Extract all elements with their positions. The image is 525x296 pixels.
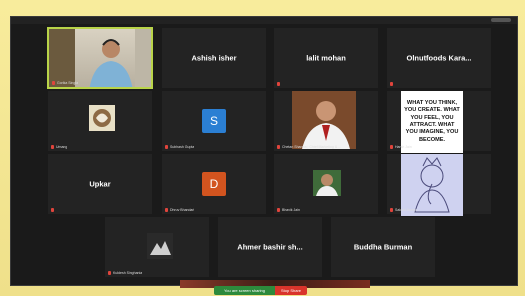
participant-caption: Umang — [51, 145, 67, 149]
participant-caption: Bhavik Jain — [277, 208, 300, 212]
participant-caption: Subhash Gupta — [165, 145, 194, 149]
participant-caption: Dhruv Bhandari — [165, 208, 194, 212]
muted-mic-icon — [390, 82, 393, 86]
muted-mic-icon — [277, 208, 280, 212]
muted-mic-icon — [390, 145, 393, 149]
participant-video — [49, 29, 151, 87]
participant-name: Ahmer bashir sh... — [237, 242, 303, 252]
muted-mic-icon — [277, 82, 280, 86]
participant-tile-lalit[interactable]: lalit mohan — [273, 27, 379, 89]
profile-photo — [313, 170, 341, 196]
participant-caption: Harsh Jain — [390, 145, 412, 149]
muted-mic-icon — [51, 208, 54, 212]
participant-tile-umang[interactable]: Umang — [47, 90, 153, 152]
gallery-view: Gorika Singla Ashish isher lalit mohan O… — [10, 16, 518, 286]
participant-caption: Kuldesh Singhania — [108, 271, 142, 275]
meeting-top-bar — [11, 17, 517, 24]
muted-mic-icon — [108, 271, 111, 275]
profile-photo-art — [292, 91, 356, 149]
letter-avatar: D — [202, 172, 226, 196]
participant-name: lalit mohan — [306, 53, 346, 63]
participant-name: Olnutfoods Kara... — [406, 53, 472, 63]
profile-photo — [147, 233, 173, 259]
participant-name: Upkar — [89, 179, 111, 189]
muted-mic-icon — [277, 145, 280, 149]
muted-mic-icon — [52, 81, 55, 85]
profile-photo-art — [313, 170, 341, 196]
letter-avatar: S — [202, 109, 226, 133]
participant-name: Buddha Burman — [353, 242, 413, 252]
profile-photo-art — [147, 233, 173, 259]
sharing-status: You are screen sharing — [214, 286, 275, 295]
participant-tile-ashish[interactable]: Ashish isher — [161, 27, 267, 89]
profile-photo — [292, 91, 356, 149]
participant-tile-dhruv[interactable]: D Dhruv Bhandari — [161, 153, 267, 215]
participant-caption: Sakshi Juneja — [390, 208, 417, 212]
participant-caption — [390, 82, 393, 86]
ganesha-drawing — [414, 157, 450, 213]
profile-photo-art — [89, 105, 115, 131]
participant-tile-buddha[interactable]: Buddha Burman — [330, 216, 436, 278]
participant-tile-olnutfoods[interactable]: Olnutfoods Kara... — [386, 27, 492, 89]
participant-tile-subhash[interactable]: S Subhash Gupta — [161, 90, 267, 152]
participant-tile-kuldesh[interactable]: Kuldesh Singhania — [104, 216, 210, 278]
speaker-figure — [49, 29, 151, 87]
stop-share-button[interactable]: Stop Share — [275, 286, 308, 295]
ganesha-image — [401, 154, 463, 216]
muted-mic-icon — [165, 208, 168, 212]
participant-tile-upkar[interactable]: Upkar — [47, 153, 153, 215]
participant-caption — [51, 208, 54, 212]
participant-tile-chetan[interactable]: Chetan Sharma | Chief Marketing & ... — [273, 90, 379, 152]
muted-mic-icon — [165, 145, 168, 149]
participant-name: Ashish isher — [191, 53, 237, 63]
participant-caption: Chetan Sharma | Chief Marketing & ... — [277, 145, 341, 149]
muted-mic-icon — [51, 145, 54, 149]
participant-tile-gorika[interactable]: Gorika Singla — [47, 27, 153, 89]
participant-tile-ahmer[interactable]: Ahmer bashir sh... — [217, 216, 323, 278]
participant-tile-sakshi[interactable]: Sakshi Juneja — [386, 153, 492, 216]
participant-tile-harsh[interactable]: WHAT YOU THINK, YOU CREATE. WHAT YOU FEE… — [386, 90, 492, 153]
participant-caption — [277, 82, 280, 86]
participant-caption: Gorika Singla — [52, 81, 78, 85]
profile-photo — [89, 105, 115, 131]
participant-tile-bhavik[interactable]: Bhavik Jain — [273, 153, 379, 215]
muted-mic-icon — [390, 208, 393, 212]
screen-share-bar: You are screen sharing Stop Share — [214, 286, 308, 295]
view-options-icon[interactable] — [491, 18, 511, 22]
quote-image: WHAT YOU THINK, YOU CREATE. WHAT YOU FEE… — [401, 91, 463, 153]
